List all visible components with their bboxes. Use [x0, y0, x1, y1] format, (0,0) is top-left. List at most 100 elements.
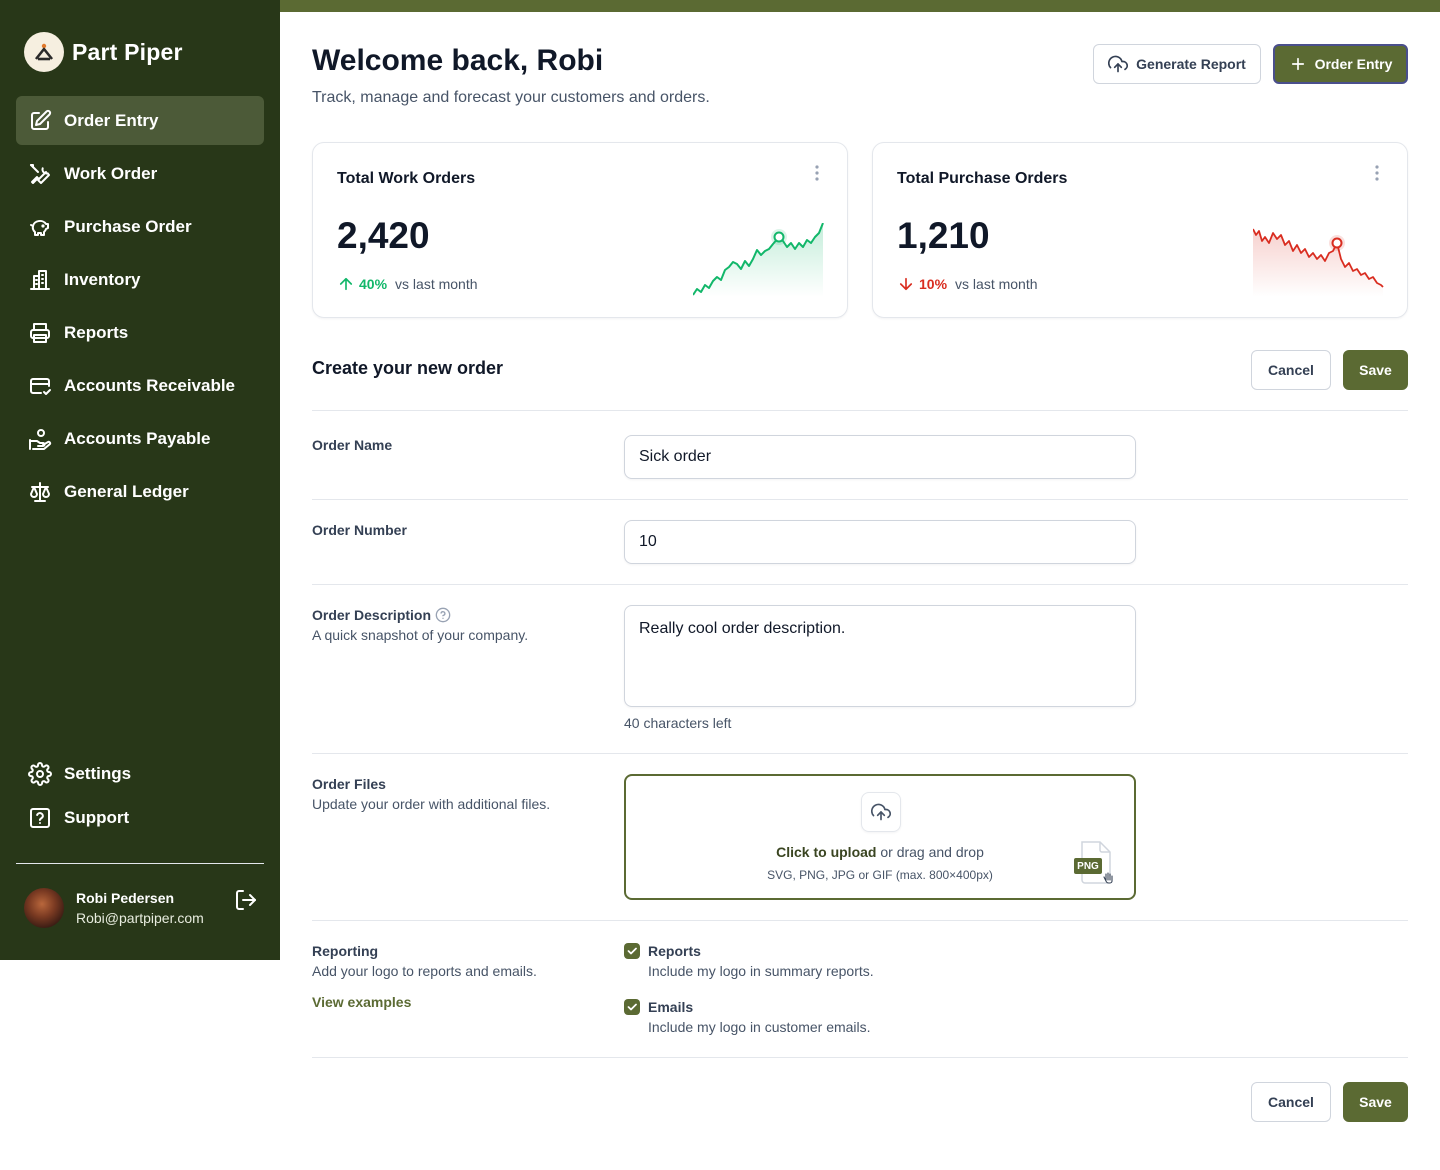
sidebar-item-label: Purchase Order [64, 216, 192, 236]
png-file-icon: PNG [1074, 840, 1114, 886]
sidebar-divider [16, 863, 264, 864]
file-upload-dropzone[interactable]: Click to upload or drag and drop SVG, PN… [624, 774, 1136, 900]
divider [312, 410, 1408, 411]
sidebar-item-label: Accounts Payable [64, 428, 211, 448]
view-examples-link[interactable]: View examples [312, 994, 411, 1010]
sidebar-item-accounts-payable[interactable]: Accounts Payable [16, 414, 264, 463]
cancel-button[interactable]: Cancel [1251, 350, 1331, 390]
divider [312, 1057, 1408, 1058]
upload-instructions-rest: or drag and drop [876, 844, 984, 860]
sidebar-item-work-order[interactable]: Work Order [16, 149, 264, 198]
order-files-label: Order Files [312, 776, 386, 792]
upload-cloud-icon [861, 792, 901, 832]
order-description-label-text: Order Description [312, 607, 432, 623]
user-email: Robi@partpiper.com [76, 910, 204, 926]
checkbox-title: Reports [648, 943, 701, 959]
emails-checkbox[interactable] [624, 999, 640, 1015]
reporting-label: Reporting [312, 943, 379, 959]
tools-icon [30, 163, 50, 184]
sidebar-nav: Order Entry Work Order Purchase Order In… [16, 96, 264, 520]
check-icon [627, 947, 637, 955]
checkbox-title: Emails [648, 999, 694, 1015]
credit-card-check-icon [30, 377, 51, 395]
upload-instructions: Click to upload or drag and drop [626, 844, 1134, 860]
checkbox-description: Include my logo in customer emails. [648, 1019, 871, 1035]
sidebar-item-support[interactable]: Support [16, 798, 264, 838]
divider [312, 753, 1408, 754]
generate-report-label: Generate Report [1136, 56, 1246, 72]
checkbox-description: Include my logo in summary reports. [648, 963, 874, 979]
reports-checkbox[interactable] [624, 943, 640, 959]
order-description-textarea[interactable]: Really cool order description. [624, 605, 1136, 707]
save-button[interactable]: Save [1343, 350, 1408, 390]
sidebar-item-reports[interactable]: Reports [16, 308, 264, 357]
characters-left-hint: 40 characters left [624, 715, 732, 731]
logout-icon[interactable] [234, 888, 258, 912]
emails-checkbox-row[interactable]: Emails Include my logo in customer email… [624, 997, 871, 1037]
printer-icon [30, 322, 50, 343]
sidebar-item-label: Accounts Receivable [64, 375, 236, 395]
reports-checkbox-row[interactable]: Reports Include my logo in summary repor… [624, 941, 874, 981]
order-entry-button[interactable]: Order Entry [1273, 44, 1408, 84]
arrow-up-icon [339, 277, 353, 291]
gear-icon [28, 762, 52, 786]
main-content: Welcome back, Robi Track, manage and for… [280, 12, 1440, 1170]
arrow-down-icon [899, 277, 913, 291]
generate-report-button[interactable]: Generate Report [1093, 44, 1261, 84]
trend-label: vs last month [395, 276, 478, 292]
more-vertical-icon[interactable] [1367, 163, 1387, 183]
sidebar-bottom-nav: Settings Support [16, 754, 264, 842]
click-to-upload-link[interactable]: Click to upload [776, 844, 876, 860]
order-name-label: Order Name [312, 437, 393, 453]
save-button-bottom[interactable]: Save [1343, 1082, 1408, 1122]
stat-card-trend: 40% vs last month [337, 275, 478, 293]
upload-cloud-icon [1108, 55, 1129, 73]
brand-logo-icon [24, 32, 64, 72]
cancel-button-bottom[interactable]: Cancel [1251, 1082, 1331, 1122]
plus-icon [1291, 57, 1304, 71]
divider [312, 584, 1408, 585]
sparkline-chart-up [693, 223, 824, 297]
stat-card-trend: 10% vs last month [897, 275, 1038, 293]
form-title: Create your new order [312, 358, 504, 378]
sidebar-item-order-entry[interactable]: Order Entry [16, 96, 264, 145]
divider [312, 499, 1408, 500]
order-name-input[interactable]: Sick order [624, 435, 1136, 479]
brand-name: Part Piper [72, 38, 183, 65]
hand-coins-icon [29, 428, 52, 450]
sidebar-item-inventory[interactable]: Inventory [16, 255, 264, 304]
scales-icon [30, 481, 50, 502]
sparkline-chart-down [1253, 228, 1384, 297]
order-entry-label: Order Entry [1314, 56, 1393, 72]
help-circle-icon[interactable] [435, 607, 451, 623]
order-description-label: Order Description [312, 607, 451, 623]
sidebar-item-label: Support [64, 808, 130, 827]
sidebar-item-accounts-receivable[interactable]: Accounts Receivable [16, 361, 264, 410]
avatar [24, 888, 64, 928]
sidebar-item-general-ledger[interactable]: General Ledger [16, 467, 264, 516]
user-profile[interactable]: Robi Pedersen Robi@partpiper.com [24, 888, 264, 928]
page-title: Welcome back, Robi [312, 44, 604, 77]
user-name: Robi Pedersen [76, 890, 175, 906]
brand[interactable]: Part Piper [24, 32, 183, 72]
page-subtitle: Track, manage and forecast your customer… [312, 89, 710, 106]
order-files-help: Update your order with additional files. [312, 796, 551, 812]
edit-icon [31, 109, 52, 130]
stat-card-purchase-orders: Total Purchase Orders 1,210 10% vs last … [872, 142, 1408, 318]
sidebar-item-label: Settings [64, 764, 132, 783]
sidebar-item-purchase-order[interactable]: Purchase Order [16, 202, 264, 251]
stat-card-title: Total Purchase Orders [897, 170, 1068, 187]
sidebar: Part Piper Order Entry Work Order Purcha… [0, 0, 280, 960]
piggy-bank-icon [30, 219, 49, 236]
png-badge: PNG [1077, 861, 1099, 872]
order-number-input[interactable]: 10 [624, 520, 1136, 564]
sidebar-item-label: General Ledger [64, 481, 189, 501]
more-vertical-icon[interactable] [807, 163, 827, 183]
upload-formats: SVG, PNG, JPG or GIF (max. 800×400px) [767, 868, 993, 882]
divider [312, 920, 1408, 921]
stat-card-value: 1,210 [897, 215, 990, 256]
trend-value: 40% [359, 276, 388, 292]
stat-card-value: 2,420 [337, 215, 430, 256]
check-icon [627, 1003, 637, 1011]
sidebar-item-settings[interactable]: Settings [16, 754, 264, 794]
